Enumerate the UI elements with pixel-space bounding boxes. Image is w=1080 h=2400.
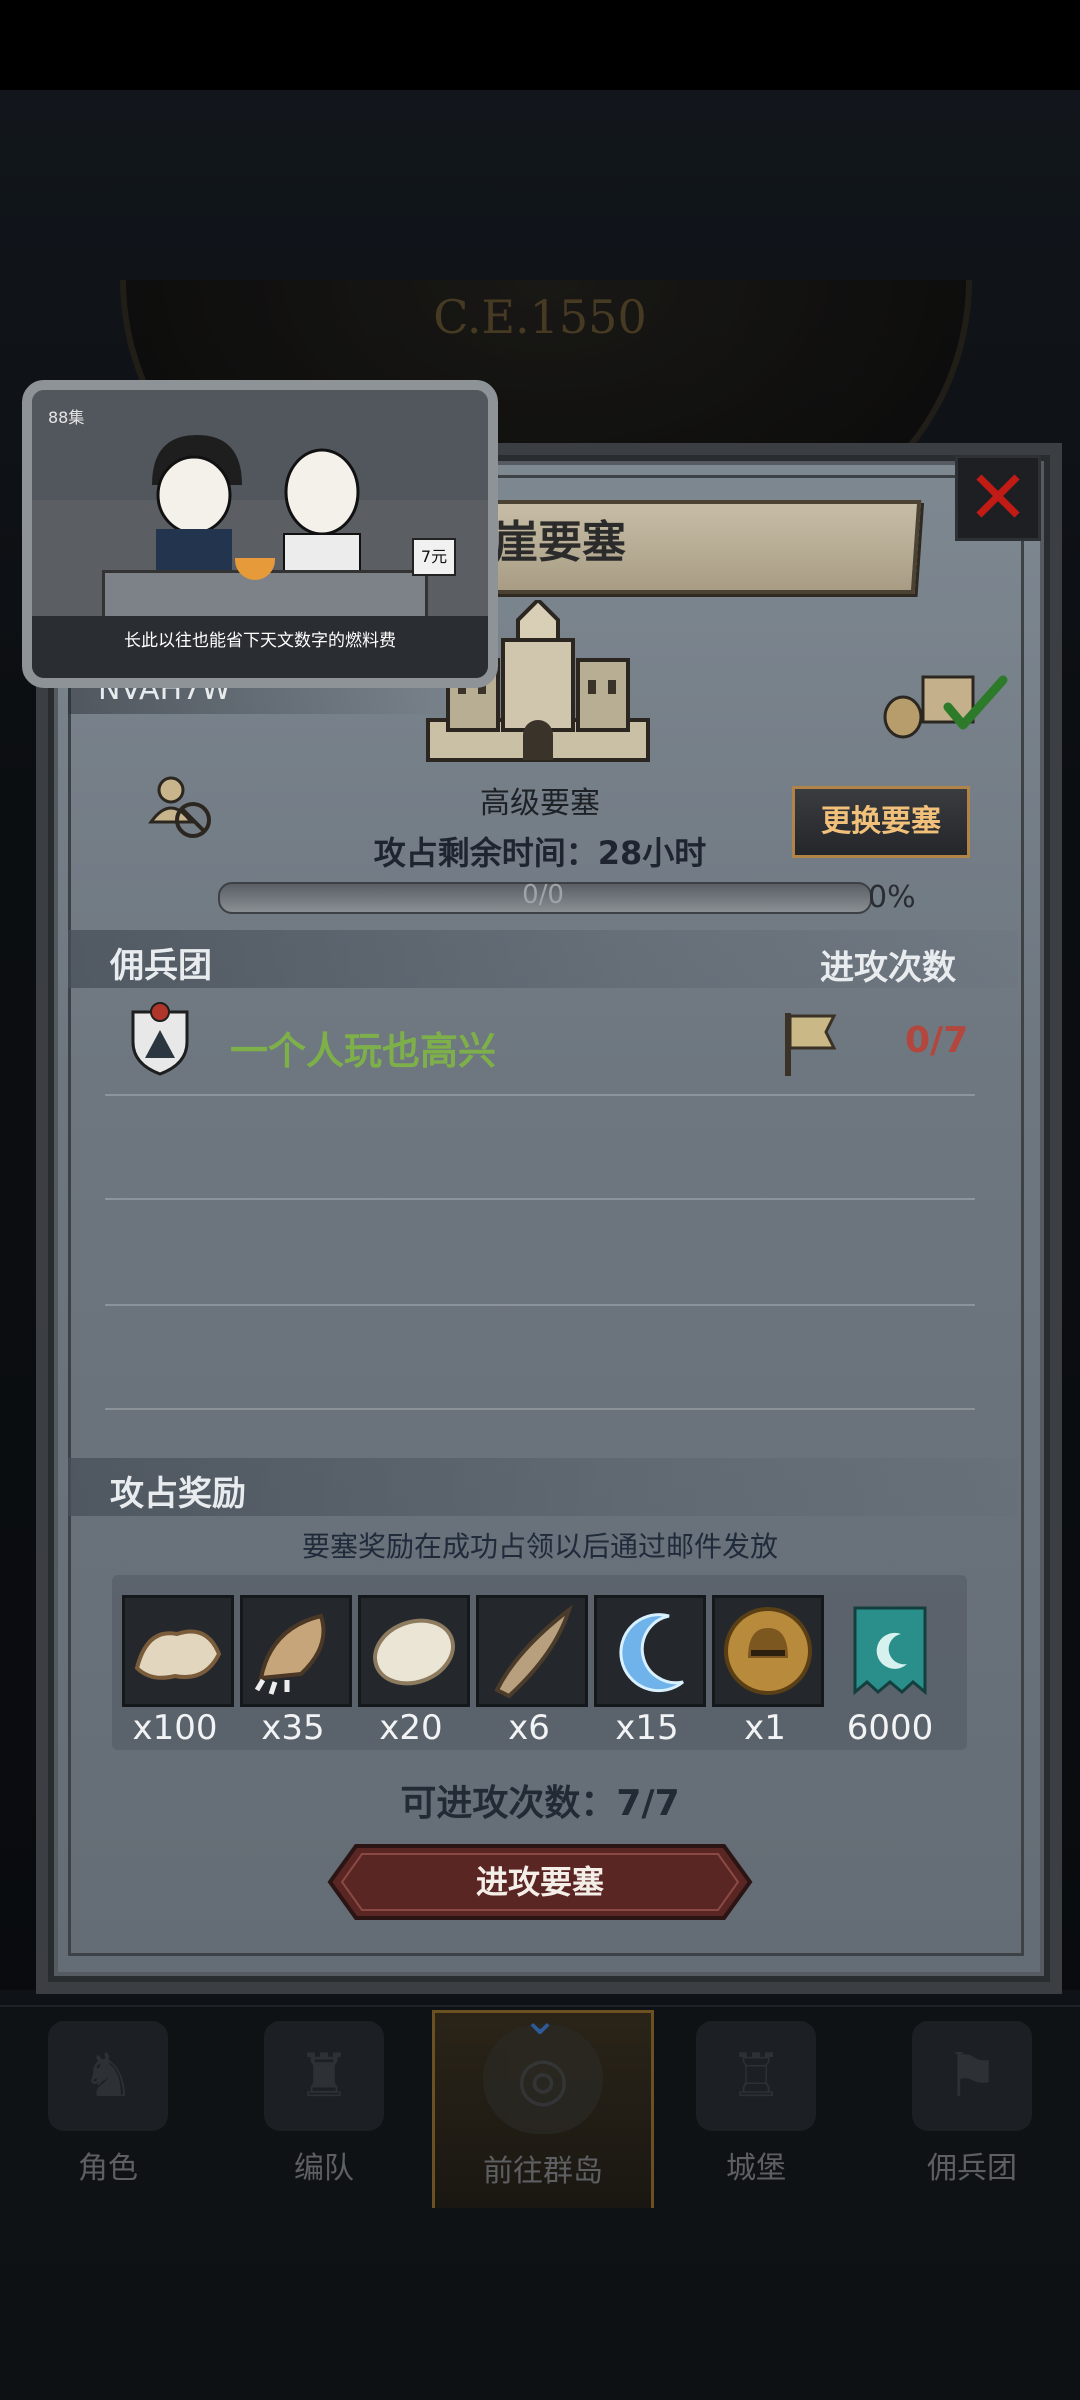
reward-slot[interactable] [122, 1595, 234, 1707]
cartoon-character-left [152, 435, 242, 575]
attack-fortress-button[interactable]: 进攻要塞 [326, 1842, 754, 1922]
reward-slot[interactable] [594, 1595, 706, 1707]
row-divider [105, 1304, 975, 1306]
video-frame [32, 390, 488, 500]
video-price-tag: 7元 [412, 538, 456, 576]
remaining-time: 攻占剩余时间：28小时 [373, 834, 707, 872]
nav-label: 佣兵团 [927, 2151, 1017, 2186]
guild-name[interactable]: 一个人玩也高兴 [230, 1020, 496, 1075]
status-bar [0, 0, 1080, 90]
blue-crescent-icon [619, 1613, 684, 1693]
formation-icon: ♜ [264, 2021, 384, 2131]
reward-qty: x35 [261, 1708, 325, 1748]
reward-slot[interactable] [476, 1595, 588, 1707]
progress-percent: 0% [868, 880, 916, 915]
reward-slot[interactable] [240, 1595, 352, 1707]
guild-banner-icon [853, 1606, 927, 1696]
close-x-icon: ✕ [966, 455, 1029, 541]
video-caption: 长此以往也能省下天文数字的燃料费 [124, 631, 396, 651]
nav-item-castle[interactable]: ♖ 城堡 [648, 2010, 864, 2205]
nav-item-formation[interactable]: ♜ 编队 [216, 2010, 432, 2205]
row-divider [105, 1198, 975, 1200]
chevron-down-icon: ⌄ [521, 1994, 559, 2045]
reward-qty: x1 [744, 1708, 786, 1748]
nav-label: 角色 [78, 2151, 138, 2186]
horn-icon [494, 1604, 573, 1699]
reward-qty: x20 [379, 1708, 443, 1748]
floating-video-player[interactable]: 7元 88集 长此以往也能省下天文数字的燃料费 [22, 380, 498, 688]
row-divider [105, 1094, 975, 1096]
panel-title: 远崖要塞 [450, 517, 626, 568]
mercenary-section-title: 佣兵团 [110, 946, 212, 986]
reward-slot[interactable] [358, 1595, 470, 1707]
row-divider [105, 1408, 975, 1410]
nav-label: 前往群岛 [483, 2154, 603, 2189]
reward-qty: x100 [132, 1708, 218, 1748]
beast-claw-icon [254, 1613, 326, 1695]
reward-note: 要塞奖励在成功占领以后通过邮件发放 [301, 1530, 778, 1563]
reward-section-title: 攻占奖励 [110, 1474, 246, 1514]
reward-qty: x15 [615, 1708, 679, 1748]
fortress-grade: 高级要塞 [480, 786, 600, 821]
fur-pelt-icon [134, 1629, 222, 1680]
nav-label: 编队 [294, 2151, 354, 2186]
video-table [102, 570, 428, 622]
gold-helmet-medal-icon [724, 1607, 812, 1695]
flag-icon [785, 1013, 837, 1076]
cartoon-character-right [283, 448, 361, 580]
attack-count-header: 进攻次数 [820, 948, 956, 988]
knight-icon: ♞ [48, 2021, 168, 2131]
nav-item-mercenary[interactable]: ⚑ 佣兵团 [864, 2010, 1080, 2205]
mercenary-icon: ⚑ [912, 2021, 1032, 2131]
video-episode: 88集 [48, 408, 85, 427]
attack-count: 可进攻次数：7/7 [400, 1783, 680, 1824]
reward-slot[interactable] [845, 1598, 935, 1702]
nav-label: 城堡 [726, 2151, 786, 2186]
guild-emblem-icon [131, 1002, 189, 1076]
white-fur-icon [373, 1618, 455, 1686]
loot-claimed-icon [883, 675, 1008, 739]
reward-qty: x6 [508, 1708, 550, 1748]
nav-item-character[interactable]: ♞ 角色 [0, 2010, 216, 2205]
reward-slot[interactable] [712, 1595, 824, 1707]
guild-attack-count: 0/7 [905, 1020, 969, 1061]
castle-icon: ♖ [696, 2021, 816, 2131]
progress-text: 0/0 [522, 880, 564, 910]
reward-qty: 6000 [846, 1708, 934, 1748]
close-button[interactable]: ✕ [955, 455, 1041, 541]
